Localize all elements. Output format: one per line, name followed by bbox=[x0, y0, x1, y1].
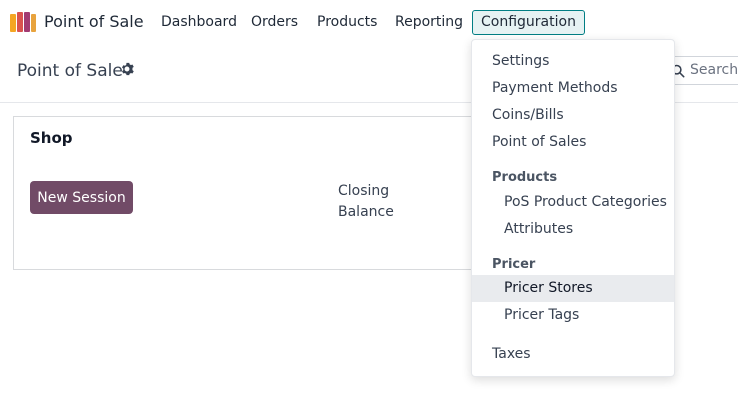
search-placeholder: Search... bbox=[690, 62, 738, 78]
configuration-dropdown-menu: Settings Payment Methods Coins/Bills Poi… bbox=[471, 39, 675, 377]
card-title: Shop bbox=[30, 129, 73, 147]
new-session-button[interactable]: New Session bbox=[30, 181, 133, 214]
pos-config-card[interactable]: Shop New Session Closing Balance bbox=[13, 116, 493, 270]
nav-dashboard[interactable]: Dashboard bbox=[161, 14, 237, 30]
gear-icon[interactable] bbox=[120, 62, 134, 76]
menu-item-settings[interactable]: Settings bbox=[472, 48, 674, 75]
nav-configuration[interactable]: Configuration bbox=[472, 10, 585, 35]
page-title: Point of Sale bbox=[17, 61, 123, 81]
top-navbar: Point of Sale Dashboard Orders Products … bbox=[0, 0, 738, 44]
nav-reporting[interactable]: Reporting bbox=[395, 14, 463, 30]
app-name[interactable]: Point of Sale bbox=[44, 12, 144, 31]
menu-item-pricer-tags[interactable]: Pricer Tags bbox=[472, 302, 674, 329]
menu-item-payment-methods[interactable]: Payment Methods bbox=[472, 75, 674, 102]
closing-balance-label: Closing Balance bbox=[338, 183, 394, 220]
menu-section-header-pricer: Pricer bbox=[492, 257, 536, 272]
menu-item-attributes[interactable]: Attributes bbox=[472, 216, 674, 243]
menu-item-pricer-stores[interactable]: Pricer Stores bbox=[472, 275, 674, 302]
menu-item-pos-product-categories[interactable]: PoS Product Categories bbox=[472, 189, 674, 216]
menu-item-coins-bills[interactable]: Coins/Bills bbox=[472, 102, 674, 129]
menu-item-point-of-sales[interactable]: Point of Sales bbox=[472, 129, 674, 156]
nav-products[interactable]: Products bbox=[317, 14, 377, 30]
menu-item-taxes[interactable]: Taxes bbox=[472, 341, 674, 368]
nav-orders[interactable]: Orders bbox=[251, 14, 298, 30]
menu-section-header-products: Products bbox=[492, 170, 558, 185]
pos-app-logo-icon[interactable] bbox=[10, 12, 36, 32]
